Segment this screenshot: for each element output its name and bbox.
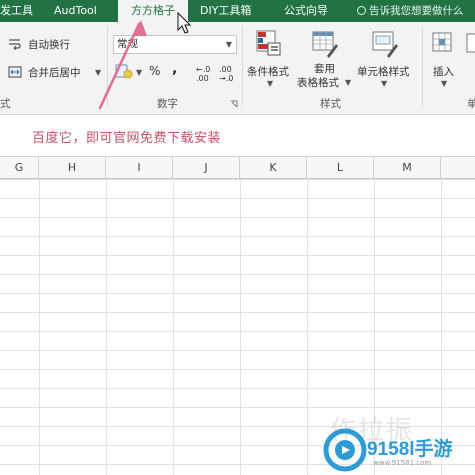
format-as-table-dropdown-icon: ▼ (345, 78, 352, 87)
tab-formula-wizard[interactable]: 公式向导 (284, 0, 340, 22)
format-as-table-label-2: 表格格式 (297, 77, 339, 89)
merge-center-icon (8, 66, 22, 78)
tab-fangfang-gezi[interactable]: 方方格子 (118, 0, 188, 22)
column-header-m[interactable]: M (374, 157, 441, 179)
column-header-k[interactable]: K (240, 157, 307, 179)
group-label-cells: 单 (467, 98, 475, 110)
annotation-bar: 百度它，即可官网免费下载安装 (0, 115, 475, 157)
group-label-number: 数字 (157, 98, 178, 110)
merge-dropdown-icon[interactable]: ▼ (95, 68, 101, 77)
group-divider (107, 26, 108, 106)
accounting-dropdown-icon: ▼ (136, 68, 143, 77)
cells-overflow-icon (466, 33, 475, 53)
format-as-table-label-1: 套用 (314, 63, 335, 75)
annotation-text: 百度它，即可官网免费下载安装 (32, 131, 222, 146)
watermark-url-text: www.91581.com (373, 459, 432, 467)
dialog-launcher-icon[interactable] (230, 100, 238, 108)
percent-style-button[interactable]: % (149, 64, 160, 78)
conditional-format-label: 条件格式 (247, 66, 289, 78)
cell-styles-label: 单元格样式 (357, 66, 410, 78)
column-header-h[interactable]: H (39, 157, 106, 179)
tell-me-text: 告诉我您想要做什么 (369, 5, 464, 17)
conditional-format-icon (256, 30, 281, 56)
insert-dropdown-icon: ▼ (441, 79, 448, 88)
cell-styles-icon (372, 31, 398, 58)
accounting-format-icon (115, 64, 133, 79)
tab-developer-tools[interactable]: 发工具 (0, 0, 40, 22)
increase-decimal-button[interactable]: ←.0 .00 (196, 65, 218, 83)
group-label-alignment: 式 (0, 98, 11, 110)
insert-label: 插入 (433, 66, 454, 78)
chevron-down-icon: ▼ (225, 40, 232, 49)
cell-styles-dropdown-icon: ▼ (381, 79, 388, 88)
tab-audtool[interactable]: AudTool (54, 0, 104, 22)
ribbon-body: 自动换行 合并后居中 ▼ 式 常规 ▼ ▼ % , ←.0 .00 .00 →.… (0, 22, 475, 115)
group-divider (242, 26, 243, 106)
column-header-l[interactable]: L (307, 157, 374, 179)
conditional-format-dropdown-icon: ▼ (267, 79, 274, 88)
group-label-styles: 样式 (320, 98, 341, 110)
brand-logo-icon (323, 428, 367, 472)
group-divider (422, 26, 423, 106)
column-header-i[interactable]: I (106, 157, 173, 179)
wrap-text-icon (9, 39, 21, 50)
lightbulb-icon (357, 6, 366, 15)
decrease-decimal-button[interactable]: .00 →.0 (219, 65, 241, 83)
number-format-select[interactable]: 常规 ▼ (113, 35, 237, 54)
format-as-table-icon (312, 31, 338, 58)
tab-diy-toolbox[interactable]: DIY工具箱 (200, 0, 264, 22)
tell-me-search[interactable]: 告诉我您想要做什么 (357, 0, 464, 22)
column-header-g[interactable]: G (0, 157, 39, 179)
merge-center-label: 合并后居中 (28, 67, 81, 79)
column-header-overflow[interactable] (441, 157, 475, 179)
wrap-text-label: 自动换行 (28, 39, 70, 51)
insert-cells-icon (432, 32, 452, 52)
number-format-value: 常规 (117, 38, 138, 50)
comma-style-button[interactable]: , (172, 61, 177, 77)
column-header-j[interactable]: J (173, 157, 240, 179)
column-header-row: G H I J K L M (0, 157, 475, 179)
watermark-brand-text: 9158l手游 (367, 439, 453, 460)
ribbon-tab-bar: 发工具 AudTool 方方格子 DIY工具箱 公式向导 告诉我您想要做什么 (0, 0, 475, 22)
watermark-logo: 9158l手游 www.91581.com (323, 428, 473, 472)
